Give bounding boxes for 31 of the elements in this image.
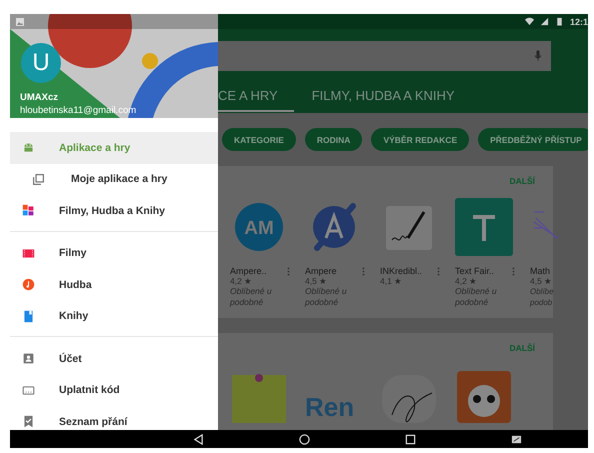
app-name: Math	[530, 266, 550, 276]
drawer-item[interactable]: Filmy, Hudba a Knihy	[10, 195, 218, 226]
app-name: Ampere..	[230, 266, 267, 276]
drawer-item[interactable]: Moje aplikace a hry	[10, 164, 218, 195]
drawer-item[interactable]: Seznam přání	[10, 406, 218, 430]
tab[interactable]: FILMY, HUDBA A KNIHY	[312, 80, 455, 112]
app-note: Oblíbené u podobné	[305, 286, 348, 308]
drawer-item[interactable]: Filmy	[10, 238, 218, 269]
app-note: Oblíbené u podobné	[230, 286, 273, 308]
status-time: 12:1	[570, 16, 588, 26]
category-chip[interactable]: RODINA	[304, 128, 362, 151]
app-rating: 4,5 ★	[305, 276, 328, 286]
app-rating: 4,2 ★	[455, 276, 478, 286]
app-name: Ampere	[305, 266, 337, 276]
app-note: Oblíbené u podobné	[455, 286, 498, 308]
category-chip[interactable]: KATEGORIE	[222, 128, 296, 151]
account-name: UMAXcz	[20, 91, 58, 104]
category-chip[interactable]: VÝBĚR REDAKCE	[371, 128, 470, 151]
app-note: Oblíbe podob	[530, 286, 555, 308]
app-name: INKredibl..	[380, 266, 422, 276]
app-rating: 4,1 ★	[380, 276, 402, 286]
drawer-item[interactable]: Účet	[10, 343, 218, 374]
app-rating: 4,5 ★	[530, 276, 552, 286]
app-rating: 4,2 ★	[230, 276, 252, 286]
drawer-item[interactable]: Hudba	[10, 269, 218, 300]
drawer-item[interactable]: Uplatnit kód	[10, 374, 218, 406]
drawer-item[interactable]: Knihy	[10, 300, 218, 332]
category-chip[interactable]: PŘEDBĚŽNÝ PŘÍSTUP	[478, 128, 588, 151]
app-name: Text Fair..	[455, 266, 494, 276]
tab[interactable]: CE A HRY	[218, 80, 294, 112]
drawer-item[interactable]: Aplikace a hry	[10, 132, 218, 164]
